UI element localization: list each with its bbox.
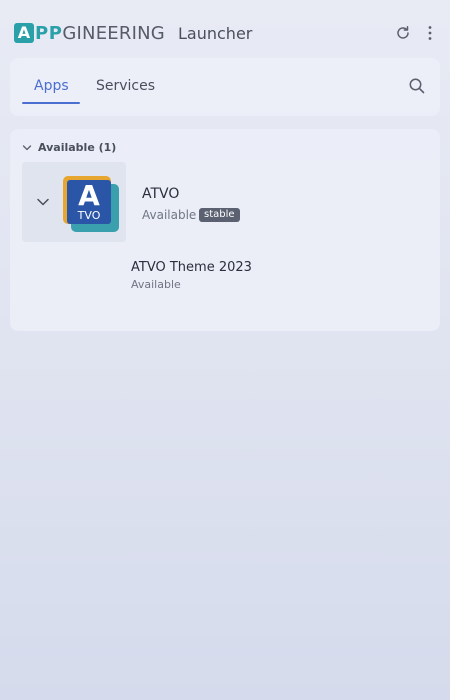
icon-letter: A [78,179,100,212]
search-button[interactable] [408,77,426,95]
icon-layer-blue: A TVO [67,180,111,224]
app-name: ATVO [142,186,180,202]
tab-apps[interactable]: Apps [34,78,69,94]
appgineering-logo: A PP GINEERING [14,22,165,44]
atvo-app-icon: A TVO [63,176,119,232]
more-vertical-icon [428,26,432,40]
group-title: Available (1) [38,141,117,154]
app-row-atvo[interactable]: A TVO ATVO Available stable [22,162,428,242]
page-title: Launcher [178,24,253,43]
app-list: Available (1) A TVO ATVO Available stabl… [10,129,440,331]
refresh-button[interactable] [394,24,412,42]
group-header-available[interactable]: Available (1) [22,141,116,154]
logo-pp-text: PP [35,22,63,44]
chevron-down-icon [37,198,49,206]
sub-item-atvo-theme[interactable]: ATVO Theme 2023 Available [22,254,428,296]
active-tab-indicator [22,102,80,104]
app-status: Available [142,208,197,222]
chevron-down-icon [22,144,32,150]
sub-item-name: ATVO Theme 2023 [131,260,252,275]
search-icon [409,78,425,94]
expand-toggle[interactable] [36,195,50,214]
app-header: A PP GINEERING Launcher [0,0,450,66]
sub-item-status: Available [131,278,181,291]
tab-bar: Apps Services [10,58,440,116]
refresh-icon [397,26,409,39]
tab-services[interactable]: Services [96,78,155,94]
logo-rest-text: GINEERING [62,22,165,44]
release-badge: stable [199,208,240,222]
icon-subtext: TVO [77,209,101,222]
logo-a-mark: A [14,23,34,43]
more-menu-button[interactable] [421,24,439,42]
